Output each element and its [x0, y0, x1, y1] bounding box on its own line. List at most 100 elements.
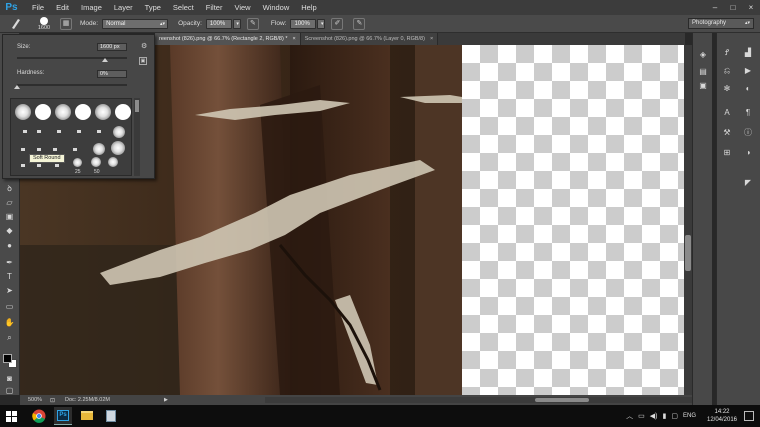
close-button[interactable]: × [742, 0, 760, 15]
eraser-icon[interactable]: ▱ [3, 197, 16, 208]
hardness-slider[interactable] [17, 84, 127, 86]
taskbar-app[interactable] [102, 407, 120, 425]
menu-help[interactable]: Help [295, 0, 322, 15]
menu-select[interactable]: Select [167, 0, 200, 15]
message-icon[interactable]: ▢ [671, 412, 678, 420]
type-icon[interactable]: T [3, 271, 16, 282]
tab-layer-0[interactable]: Screenshot (826).png @ 66.7% (Layer 0, R… [300, 33, 439, 45]
menu-window[interactable]: Window [257, 0, 296, 15]
preset-soft-round[interactable] [93, 143, 105, 155]
clock[interactable]: 14:22 12/04/2016 [704, 408, 740, 424]
volume-icon[interactable]: ◀) [650, 412, 658, 420]
menu-image[interactable]: Image [75, 0, 108, 15]
scroll-thumb[interactable] [685, 235, 691, 271]
paragraph-icon[interactable]: ¶ [741, 107, 755, 118]
preset-soft-round[interactable] [95, 104, 111, 120]
menu-layer[interactable]: Layer [108, 0, 139, 15]
size-field[interactable]: 1600 px [97, 43, 127, 51]
gear-icon[interactable]: ⚙ [141, 42, 147, 50]
minimize-button[interactable]: – [706, 0, 724, 15]
maximize-button[interactable]: □ [724, 0, 742, 15]
preset-small[interactable] [77, 130, 81, 133]
input-language[interactable]: ENG [683, 413, 696, 419]
preset-small[interactable] [57, 130, 61, 133]
vertical-scrollbar[interactable] [684, 45, 692, 395]
preset-small[interactable] [21, 148, 25, 151]
lasso-icon[interactable]: ꝺ [3, 183, 16, 194]
network-icon[interactable]: ▭ [638, 412, 645, 420]
character-icon[interactable]: A [720, 107, 734, 118]
scroll-thumb[interactable] [535, 398, 589, 402]
swatches-icon[interactable]: ⊞ [720, 147, 734, 158]
size-slider-knob[interactable] [102, 58, 108, 62]
brush-panel-icon[interactable]: Ꝭ [720, 47, 734, 58]
tool-presets-icon[interactable]: ⚒ [720, 127, 734, 138]
navigator-icon[interactable]: ▶ [741, 65, 755, 76]
history-icon[interactable]: ▤ [696, 66, 710, 77]
opacity-slider-toggle[interactable]: ▾ [232, 18, 241, 29]
path-select-icon[interactable]: ➤ [3, 285, 16, 296]
flow-slider-toggle[interactable]: ▾ [317, 18, 326, 29]
battery-icon[interactable]: ▮ [663, 412, 667, 420]
preset-small[interactable] [21, 164, 25, 167]
preset-small[interactable] [73, 148, 77, 151]
status-menu-icon[interactable]: ▶ [164, 397, 168, 403]
status-info-icon[interactable]: ⊡ [50, 397, 55, 404]
zoom-icon[interactable]: ⌕ [3, 332, 16, 343]
foreground-color-swatch[interactable] [3, 354, 12, 363]
taskbar-file-explorer[interactable] [78, 407, 96, 425]
workspace-switcher[interactable]: Photography ▴▾ [688, 18, 754, 29]
preset-hard-round[interactable] [35, 104, 51, 120]
brush-presets-icon[interactable]: ✻ [720, 83, 734, 94]
size-slider[interactable] [17, 57, 127, 59]
taskbar-photoshop[interactable]: Ps [54, 407, 72, 425]
preset-small[interactable] [23, 130, 27, 133]
notes-icon[interactable]: ◤ [741, 177, 755, 188]
color-icon[interactable]: ◐ [741, 83, 755, 94]
preset-small[interactable] [55, 164, 59, 167]
flow-field[interactable]: 100% [290, 18, 317, 29]
pressure-size-icon[interactable]: ✎ [353, 17, 366, 30]
hand-icon[interactable]: ✋ [3, 317, 16, 328]
info-icon[interactable]: ⓘ [741, 127, 755, 138]
action-center-icon[interactable] [744, 411, 754, 421]
brush-panel-toggle[interactable]: ▦ [60, 17, 72, 30]
dodge-icon[interactable]: ● [3, 240, 16, 251]
preset-soft-round[interactable] [55, 104, 71, 120]
preset-soft-round[interactable] [111, 141, 125, 155]
preset-soft-round[interactable] [73, 158, 82, 167]
menu-filter[interactable]: Filter [200, 0, 229, 15]
preset-soft-round[interactable] [91, 157, 101, 167]
pressure-opacity-icon[interactable]: ✎ [246, 17, 259, 30]
start-button[interactable] [0, 407, 22, 425]
gradient-icon[interactable]: ▣ [3, 211, 16, 222]
quick-mask-icon[interactable]: ◙ [3, 373, 16, 384]
tool-preset-picker[interactable] [8, 16, 26, 32]
preset-small[interactable] [97, 130, 101, 133]
screen-mode-icon[interactable]: ▢ [3, 385, 16, 396]
preset-scrollbar[interactable] [134, 98, 140, 176]
chevron-up-icon[interactable]: ︿ [626, 411, 633, 421]
preset-soft-round[interactable] [15, 104, 31, 120]
blur-icon[interactable]: ◆ [3, 225, 16, 236]
mode-select[interactable]: Normal ▴▾ [102, 18, 169, 29]
preset-small[interactable] [37, 130, 41, 133]
preset-hard-round[interactable] [75, 104, 91, 120]
preset-soft-round[interactable] [113, 126, 125, 138]
brush-preset-dropdown[interactable]: 1600 [34, 16, 54, 32]
menu-file[interactable]: File [26, 0, 50, 15]
airbrush-icon[interactable]: ✐ [331, 17, 344, 30]
close-tab-icon[interactable]: × [430, 36, 433, 42]
scroll-thumb[interactable] [135, 100, 139, 112]
tab-rectangle-2[interactable]: reenshot (826).png @ 66.7% (Rectangle 2,… [155, 33, 301, 45]
adjustments-icon[interactable]: ◑ [741, 147, 755, 158]
menu-edit[interactable]: Edit [50, 0, 75, 15]
preset-soft-round[interactable] [108, 157, 118, 167]
clone-source-icon[interactable]: ⎌ [720, 65, 734, 76]
pen-icon[interactable]: ✒ [3, 257, 16, 268]
taskbar-chrome[interactable] [30, 407, 48, 425]
hardness-slider-knob[interactable] [14, 85, 20, 89]
preset-small[interactable] [37, 164, 41, 167]
new-preset-icon[interactable]: ▣ [139, 57, 147, 65]
histogram-icon[interactable]: ▟ [741, 47, 755, 58]
